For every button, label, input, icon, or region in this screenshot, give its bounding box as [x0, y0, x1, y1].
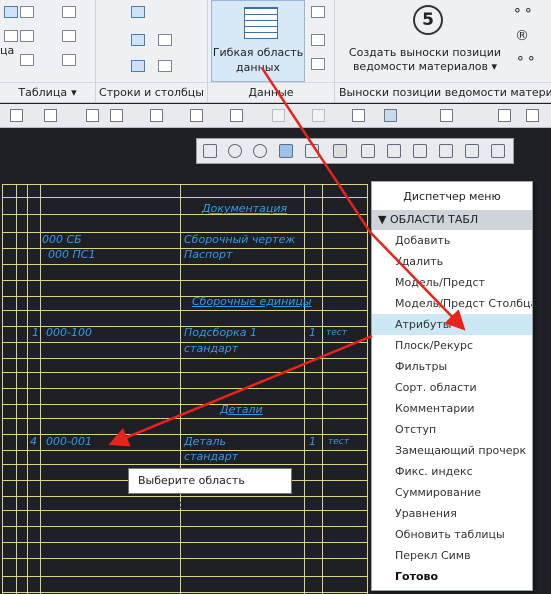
arrow-attributes-to-row [108, 334, 373, 447]
annotation-arrows [108, 67, 466, 447]
arrow-ribbon-to-attributes [260, 67, 466, 331]
